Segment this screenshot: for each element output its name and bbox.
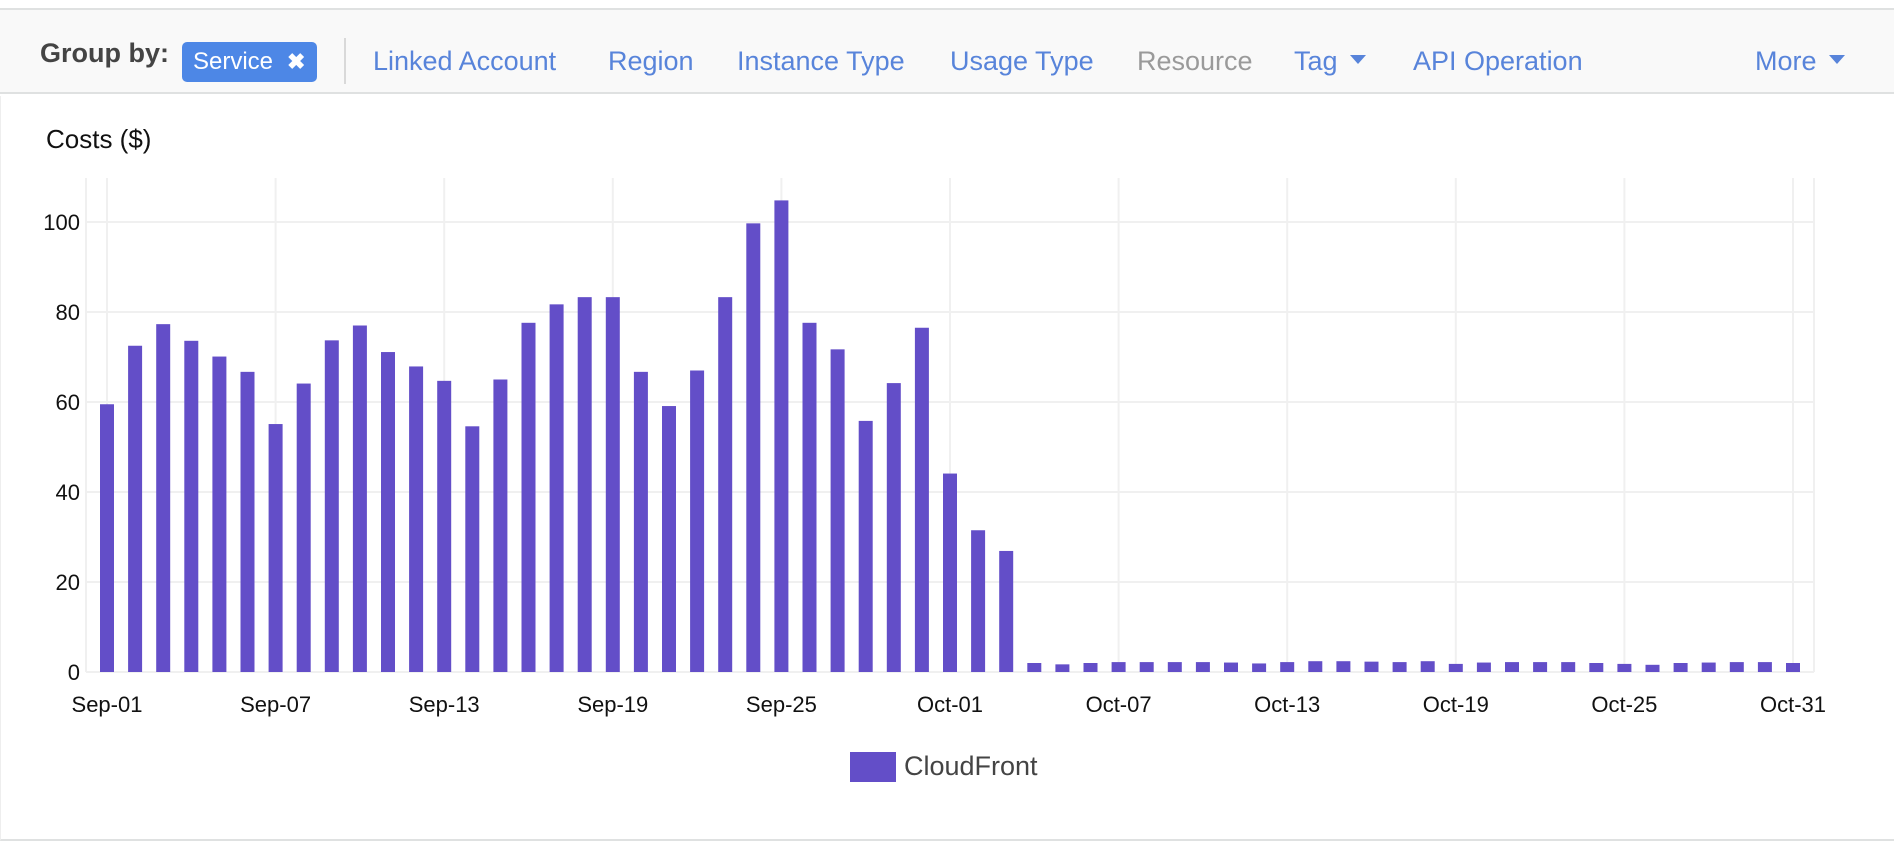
cost-bar-chart: 020406080100 Sep-01 Sep-07 Sep-13 Sep-19 Sep…: [43, 178, 1826, 717]
bar: [212, 356, 227, 672]
bar: [296, 383, 311, 672]
bar: [1729, 662, 1744, 672]
bar: [1055, 664, 1070, 672]
bar: [746, 223, 761, 672]
bar: [184, 340, 199, 672]
legend[interactable]: CloudFront: [850, 751, 1038, 782]
bar: [1139, 662, 1154, 672]
bar: [1027, 663, 1042, 672]
bar: [1364, 661, 1379, 672]
bar: [886, 383, 901, 672]
bar: [1617, 663, 1632, 672]
x-tick-label: Sep-01: [72, 692, 143, 717]
bar: [1505, 662, 1519, 672]
bar: [100, 404, 114, 672]
bar: [1786, 663, 1800, 672]
bar: [999, 550, 1014, 672]
bar: [1533, 662, 1548, 672]
x-tick-label: Oct-13: [1254, 692, 1320, 717]
bar: [802, 322, 817, 672]
bar: [493, 379, 508, 672]
bar: [1589, 663, 1604, 672]
bar: [1757, 662, 1772, 672]
x-tick-label: Sep-19: [577, 692, 648, 717]
bar: [1167, 662, 1182, 672]
bar: [1336, 661, 1351, 672]
x-tick-label: Oct-07: [1086, 692, 1152, 717]
bar: [128, 345, 143, 672]
bar: [830, 349, 845, 672]
bar: [633, 371, 648, 672]
bar: [718, 297, 733, 672]
bar: [1111, 662, 1126, 672]
bar: [437, 380, 452, 672]
y-tick-label: 40: [56, 480, 80, 505]
legend-label: CloudFront: [904, 751, 1038, 781]
bar: [914, 327, 929, 672]
x-tick-label: Sep-25: [746, 692, 817, 717]
bar: [662, 406, 676, 672]
bar: [858, 420, 873, 672]
bar: [156, 324, 171, 672]
y-tick-label: 0: [68, 660, 80, 685]
bar: [1224, 662, 1238, 672]
bar: [1392, 662, 1407, 672]
bar: [1252, 663, 1267, 672]
bar: [549, 304, 564, 672]
bar: [1083, 663, 1098, 672]
x-axis-ticks: Sep-01 Sep-07 Sep-13 Sep-19 Sep-25 Oct-01 Oct-…: [72, 692, 1826, 717]
y-tick-label: 100: [43, 210, 80, 235]
bar: [268, 424, 283, 672]
y-axis-ticks: 0 20 40 60 80 100: [43, 210, 80, 685]
bar: [1673, 663, 1688, 672]
bar: [1476, 662, 1491, 672]
x-tick-label: Sep-07: [240, 692, 311, 717]
bar: [521, 322, 536, 672]
bar: [1645, 664, 1660, 672]
bar: [1561, 662, 1576, 672]
bar: [1448, 663, 1463, 672]
bar: [690, 370, 705, 672]
y-tick-label: 20: [56, 570, 80, 595]
x-tick-label: Sep-13: [409, 692, 480, 717]
bar: [605, 297, 620, 672]
y-tick-label: 60: [56, 390, 80, 415]
bar: [240, 371, 255, 672]
bar: [409, 366, 424, 672]
bar: [1280, 662, 1295, 672]
bar: [1420, 661, 1435, 672]
bar: [1195, 662, 1210, 672]
bar: [774, 200, 789, 672]
bar: [1701, 662, 1716, 672]
x-tick-label: Oct-31: [1760, 692, 1826, 717]
x-tick-label: Oct-19: [1423, 692, 1489, 717]
bar: [1308, 661, 1323, 672]
bar: [324, 340, 339, 672]
bar: [381, 352, 395, 672]
legend-swatch: [850, 751, 896, 782]
bar: [352, 325, 367, 672]
bar: [577, 297, 592, 672]
x-tick-label: Oct-01: [917, 692, 983, 717]
bar: [971, 530, 986, 672]
bar: [943, 473, 957, 672]
bar: [465, 426, 480, 672]
x-tick-label: Oct-25: [1591, 692, 1657, 717]
y-tick-label: 80: [56, 300, 80, 325]
